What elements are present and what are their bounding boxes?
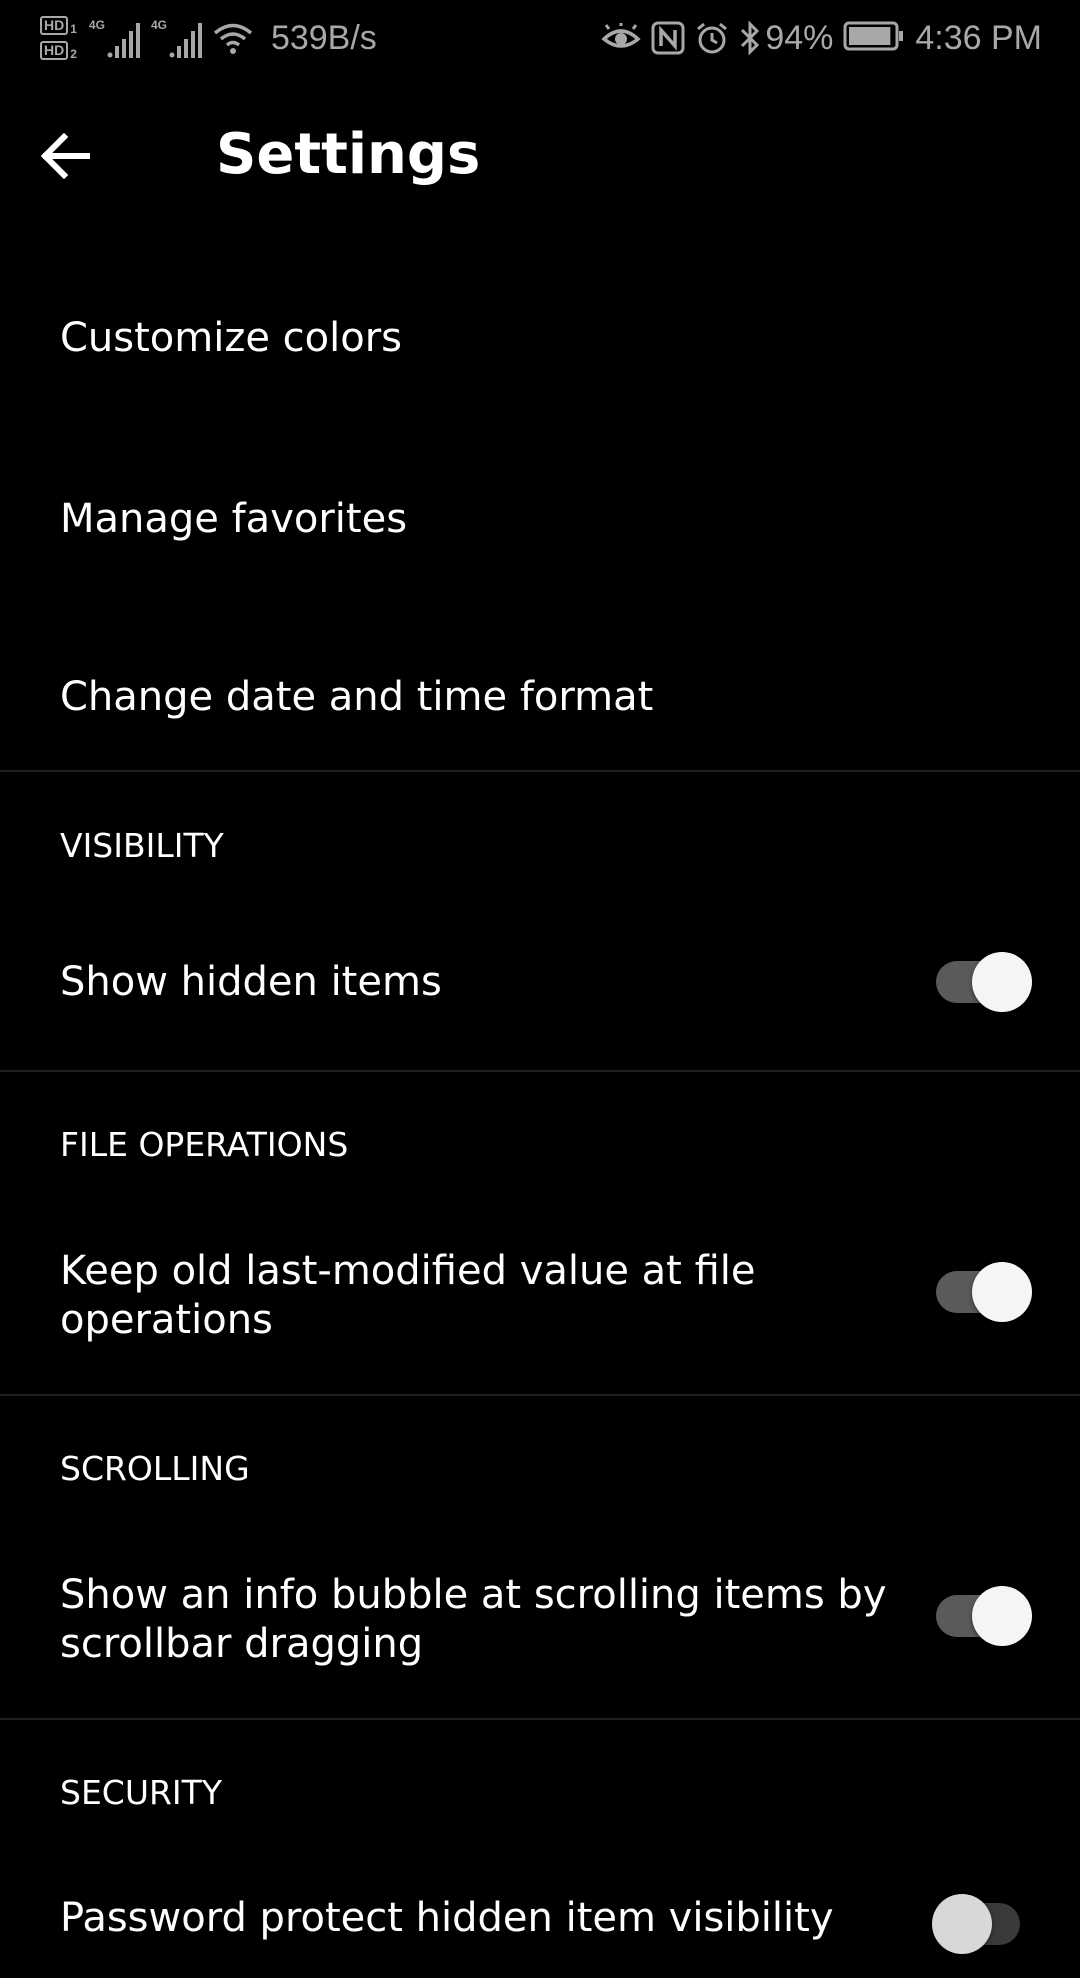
show-hidden-items-label: Show hidden items [60, 959, 442, 1005]
section-header-visibility: VISIBILITY [60, 826, 224, 865]
date-time-format-item[interactable]: Change date and time format [0, 606, 1080, 770]
signal-sim1: 4G [89, 18, 141, 58]
network-type: 4G [150, 18, 167, 32]
nfc-icon [651, 21, 685, 55]
security-item-row[interactable]: Password protect hidden item visibility [0, 1858, 1080, 1978]
manage-favorites-label: Manage favorites [60, 496, 408, 542]
security-item-label: Password protect hidden item visibility [60, 1895, 834, 1941]
network-speed: 539B/s [270, 18, 377, 57]
back-button[interactable] [40, 116, 130, 196]
status-bar: HD 1 HD 2 4G 4G 539B/s 94% 4:36 PM [0, 0, 1080, 76]
section-header-file-operations: FILE OPERATIONS [60, 1125, 349, 1164]
cell-signal-icon [107, 23, 140, 58]
clock: 4:36 PM [915, 18, 1042, 57]
section-header-security: SECURITY [60, 1773, 222, 1812]
switch-thumb [972, 952, 1032, 1012]
label-line: scrollbar dragging [60, 1621, 424, 1667]
manage-favorites-item[interactable]: Manage favorites [0, 430, 1080, 606]
divider [0, 770, 1080, 772]
bluetooth-icon [739, 21, 761, 55]
info-bubble-switch[interactable] [932, 1586, 1032, 1646]
section-header-scrolling: SCROLLING [60, 1449, 250, 1488]
hd-label: HD [40, 41, 69, 60]
divider [0, 1718, 1080, 1720]
divider [0, 1394, 1080, 1396]
security-item-switch[interactable] [932, 1894, 1032, 1954]
page-title: Settings [216, 122, 481, 187]
status-bar-right: 94% 4:36 PM [591, 0, 1042, 76]
keep-last-modified-row[interactable]: Keep old last-modified value at file ope… [0, 1210, 1080, 1394]
status-bar-left: HD 1 HD 2 4G 4G 539B/s [40, 0, 377, 76]
switch-thumb [972, 1262, 1032, 1322]
eye-comfort-icon [601, 23, 641, 53]
network-type: 4G [88, 18, 105, 32]
arrow-back-icon [40, 133, 90, 179]
volte-badge-sim2: HD 2 [40, 41, 77, 60]
customize-colors-label: Customize colors [60, 315, 403, 361]
switch-thumb [932, 1894, 992, 1954]
sim-slot-number: 2 [70, 47, 77, 61]
alarm-icon [695, 21, 729, 55]
sim-slot-number: 1 [70, 22, 77, 36]
battery-icon [843, 21, 905, 55]
hd-label: HD [40, 16, 69, 35]
cell-signal-icon [169, 23, 202, 58]
wifi-icon [213, 23, 253, 54]
volte-badge-sim1: HD 1 [40, 16, 77, 35]
app-toolbar: Settings [0, 76, 1080, 238]
battery-percent: 94% [765, 18, 834, 57]
keep-last-modified-switch[interactable] [932, 1262, 1032, 1322]
show-hidden-items-switch[interactable] [932, 952, 1032, 1012]
info-bubble-row[interactable]: Show an info bubble at scrolling items b… [0, 1534, 1080, 1718]
customize-colors-item[interactable]: Customize colors [0, 254, 1080, 430]
info-bubble-label: Show an info bubble at scrolling items b… [60, 1571, 886, 1669]
label-line: Keep old last-modified value at file [60, 1248, 756, 1294]
divider [0, 1070, 1080, 1072]
show-hidden-items-row[interactable]: Show hidden items [0, 910, 1080, 1070]
label-line: Show an info bubble at scrolling items b… [60, 1572, 887, 1618]
date-time-format-label: Change date and time format [60, 674, 654, 720]
switch-thumb [972, 1586, 1032, 1646]
keep-last-modified-label: Keep old last-modified value at file ope… [60, 1247, 756, 1345]
label-line: operations [60, 1297, 273, 1343]
signal-sim2: 4G [151, 18, 203, 58]
volte-badges: HD 1 HD 2 [40, 16, 77, 60]
